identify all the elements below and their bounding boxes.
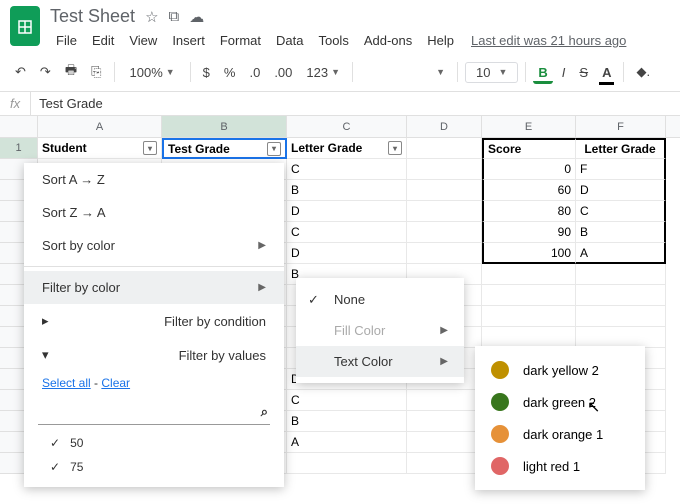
col-header-f[interactable]: F bbox=[576, 116, 666, 137]
sheets-logo[interactable] bbox=[10, 6, 40, 46]
italic-button[interactable]: I bbox=[557, 61, 571, 84]
filter-color-submenu: ✓None Fill Color▶ Text Color▶ bbox=[296, 278, 464, 383]
text-color-submenu: dark yellow 2 dark green 2 dark orange 1… bbox=[475, 346, 645, 490]
formula-bar[interactable]: Test Grade bbox=[31, 92, 111, 115]
cell[interactable]: 80 bbox=[482, 201, 576, 222]
menu-insert[interactable]: Insert bbox=[166, 30, 211, 51]
row-header[interactable]: 1 bbox=[0, 138, 38, 159]
redo-button[interactable]: ↷ bbox=[35, 60, 56, 84]
fill-color-button[interactable]: ◆. bbox=[631, 60, 655, 84]
cell[interactable]: C bbox=[287, 159, 407, 180]
format-currency[interactable]: $ bbox=[198, 61, 215, 84]
color-swatch bbox=[491, 393, 509, 411]
fx-label: fx bbox=[0, 92, 31, 115]
filter-search[interactable]: ⌕ bbox=[38, 400, 270, 425]
cell[interactable]: Letter Grade bbox=[576, 138, 666, 159]
filter-value[interactable]: ✓50 bbox=[24, 431, 284, 455]
paint-format-button[interactable]: ⎘ bbox=[86, 60, 106, 84]
print-button[interactable]: 🖶 bbox=[60, 57, 82, 87]
cell[interactable]: C bbox=[287, 390, 407, 411]
cell[interactable]: D bbox=[576, 180, 666, 201]
cell[interactable]: B bbox=[287, 411, 407, 432]
color-option[interactable]: dark green 2 bbox=[475, 386, 645, 418]
sort-a-z[interactable]: Sort A → Z bbox=[24, 163, 284, 196]
cell[interactable]: Student▾ bbox=[38, 138, 162, 159]
cell[interactable]: C bbox=[287, 222, 407, 243]
toolbar: ↶ ↷ 🖶 ⎘ 100%▼ $ % .0 .00 123▼ ▼ 10▼ B I … bbox=[0, 53, 680, 92]
clear-link[interactable]: Clear bbox=[101, 376, 130, 390]
undo-button[interactable]: ↶ bbox=[10, 60, 31, 84]
col-header-b[interactable]: B bbox=[162, 116, 287, 137]
move-icon[interactable]: ⧉ bbox=[169, 8, 180, 25]
menu-view[interactable]: View bbox=[123, 30, 163, 51]
col-header-d[interactable]: D bbox=[407, 116, 482, 137]
filter-by-color[interactable]: Filter by color▶ bbox=[24, 271, 284, 304]
color-swatch bbox=[491, 457, 509, 475]
filter-icon[interactable]: ▾ bbox=[388, 141, 402, 155]
bold-button[interactable]: B bbox=[533, 61, 552, 84]
filter-color-none[interactable]: ✓None bbox=[296, 284, 464, 315]
increase-decimal[interactable]: .00 bbox=[269, 61, 297, 84]
menu-data[interactable]: Data bbox=[270, 30, 309, 51]
color-option[interactable]: light red 1 bbox=[475, 450, 645, 482]
col-header-a[interactable]: A bbox=[38, 116, 162, 137]
color-option[interactable]: dark orange 1 bbox=[475, 418, 645, 450]
select-all-cells[interactable] bbox=[0, 116, 38, 137]
filter-icon[interactable]: ▾ bbox=[267, 142, 281, 156]
more-formats[interactable]: 123▼ bbox=[301, 61, 345, 84]
filter-search-input[interactable] bbox=[40, 405, 261, 420]
cell[interactable]: 100 bbox=[482, 243, 576, 264]
menu-addons[interactable]: Add-ons bbox=[358, 30, 418, 51]
cell[interactable]: A bbox=[576, 243, 666, 264]
filter-menu: Sort A → Z Sort Z → A Sort by color▶ Fil… bbox=[24, 163, 284, 487]
filter-by-condition[interactable]: ▸ Filter by condition bbox=[24, 304, 284, 338]
col-header-c[interactable]: C bbox=[287, 116, 407, 137]
text-color-button[interactable]: A bbox=[597, 61, 616, 84]
filter-text-color[interactable]: Text Color▶ bbox=[296, 346, 464, 377]
cloud-icon[interactable]: ☁ bbox=[189, 8, 204, 26]
font-size-input[interactable]: 10▼ bbox=[465, 62, 518, 83]
cell[interactable] bbox=[407, 138, 482, 159]
color-option[interactable]: dark yellow 2 bbox=[475, 354, 645, 386]
cell[interactable]: 90 bbox=[482, 222, 576, 243]
color-swatch bbox=[491, 425, 509, 443]
filter-fill-color[interactable]: Fill Color▶ bbox=[296, 315, 464, 346]
menu-edit[interactable]: Edit bbox=[86, 30, 120, 51]
cell[interactable]: Test Grade▾ bbox=[162, 138, 287, 159]
menu-help[interactable]: Help bbox=[421, 30, 460, 51]
sort-z-a[interactable]: Sort Z → A bbox=[24, 196, 284, 229]
font-select[interactable]: ▼ bbox=[360, 63, 450, 81]
sort-by-color[interactable]: Sort by color▶ bbox=[24, 229, 284, 262]
strike-button[interactable]: S bbox=[574, 61, 593, 84]
search-icon: ⌕ bbox=[261, 404, 268, 420]
color-swatch bbox=[491, 361, 509, 379]
cell[interactable]: 0 bbox=[482, 159, 576, 180]
menu-bar: File Edit View Insert Format Data Tools … bbox=[50, 30, 670, 51]
cell[interactable]: F bbox=[576, 159, 666, 180]
filter-by-values[interactable]: ▾ Filter by values bbox=[24, 338, 284, 372]
menu-format[interactable]: Format bbox=[214, 30, 267, 51]
zoom-select[interactable]: 100%▼ bbox=[122, 63, 183, 82]
cell[interactable]: 60 bbox=[482, 180, 576, 201]
last-edit-link[interactable]: Last edit was 21 hours ago bbox=[471, 33, 626, 48]
menu-file[interactable]: File bbox=[50, 30, 83, 51]
filter-value[interactable]: ✓75 bbox=[24, 455, 284, 479]
cell[interactable]: Letter Grade▾ bbox=[287, 138, 407, 159]
col-header-e[interactable]: E bbox=[482, 116, 576, 137]
cell[interactable]: Score bbox=[482, 138, 576, 159]
star-icon[interactable]: ☆ bbox=[145, 8, 158, 26]
cell[interactable]: B bbox=[287, 180, 407, 201]
cell[interactable]: C bbox=[576, 201, 666, 222]
menu-tools[interactable]: Tools bbox=[312, 30, 354, 51]
cell[interactable]: D bbox=[287, 201, 407, 222]
filter-icon[interactable]: ▾ bbox=[143, 141, 157, 155]
cell[interactable]: B bbox=[576, 222, 666, 243]
select-all-link[interactable]: Select all bbox=[42, 376, 91, 390]
cell[interactable]: D bbox=[287, 243, 407, 264]
cell[interactable]: A bbox=[287, 432, 407, 453]
decrease-decimal[interactable]: .0 bbox=[244, 61, 265, 84]
format-percent[interactable]: % bbox=[219, 61, 241, 84]
doc-title[interactable]: Test Sheet bbox=[50, 6, 135, 27]
